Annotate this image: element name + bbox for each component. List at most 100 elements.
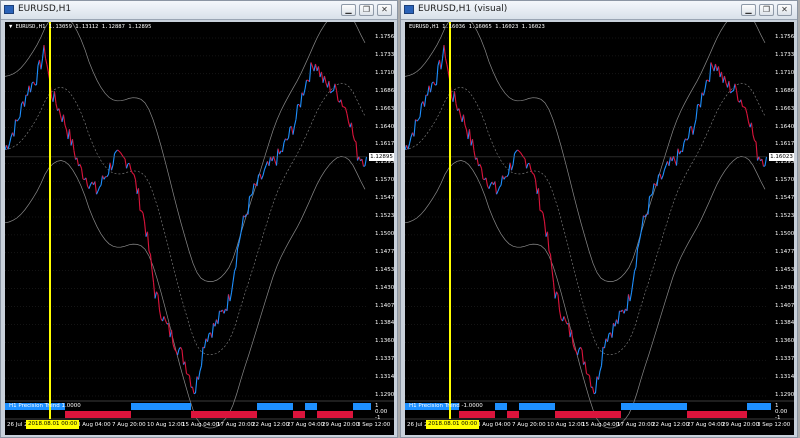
chart-icon <box>404 5 414 14</box>
price-segment <box>681 142 685 153</box>
trend-up-bar <box>765 403 771 410</box>
trend-up-bar <box>627 403 633 410</box>
time-axis-label: 29 Aug 20:00 <box>722 422 760 428</box>
price-segment <box>471 139 475 151</box>
price-segment <box>663 165 667 170</box>
time-axis-label: 3 Sep 12:00 <box>357 422 391 428</box>
trend-down-bar <box>711 411 717 418</box>
trend-down-bar <box>741 411 747 418</box>
window-titlebar[interactable]: EURUSD,H1 (visual) ▁ ❐ ✕ <box>401 1 797 20</box>
price-chart[interactable]: ▼ EURUSD,H1 1.13059 1.13112 1.12887 1.12… <box>5 22 394 435</box>
price-segment <box>343 106 346 109</box>
price-segment <box>564 320 568 325</box>
trend-up-bar <box>651 403 657 410</box>
price-segment <box>281 142 285 153</box>
price-axis-label: 1.15005 <box>375 230 394 237</box>
price-axis-label: 1.16400 <box>775 123 794 130</box>
price-segment <box>262 169 266 176</box>
close-button[interactable]: ✕ <box>777 4 792 16</box>
price-segment <box>99 184 102 188</box>
price-segment <box>214 319 218 327</box>
price-segment <box>158 309 162 319</box>
trend-down-bar <box>83 411 89 418</box>
trend-down-bar <box>693 411 699 418</box>
price-segment <box>26 85 30 96</box>
price-chart[interactable]: EURUSD,H1 1.16036 1.16065 1.16023 1.1602… <box>405 22 794 435</box>
price-segment <box>532 172 535 175</box>
trend-up-bar <box>149 403 155 410</box>
close-button[interactable]: ✕ <box>377 4 392 16</box>
time-axis-label: 3 Sep 12:00 <box>757 422 791 428</box>
trend-down-bar <box>615 411 621 418</box>
trend-down-bar <box>347 411 353 418</box>
upper-band-line <box>405 22 766 282</box>
trend-down-bar <box>203 411 209 418</box>
price-segment <box>446 64 450 74</box>
trend-down-bar <box>95 411 101 418</box>
price-axis-label: 1.17565 <box>775 34 794 40</box>
price-axis-label: 1.15470 <box>775 195 794 202</box>
price-axis-label: 1.14305 <box>775 284 794 291</box>
price-segment <box>35 65 39 85</box>
price-axis-label: 1.16170 <box>775 141 794 148</box>
price-segment <box>40 58 44 70</box>
price-segment <box>444 58 448 66</box>
price-axis-label: 1.15005 <box>775 230 794 237</box>
price-segment <box>354 140 357 143</box>
price-segment <box>523 156 526 160</box>
price-segment <box>500 175 504 186</box>
price-segment <box>146 231 150 252</box>
minimize-button[interactable]: ▁ <box>341 4 356 16</box>
trend-down-bar <box>465 411 471 418</box>
trend-down-bar <box>191 411 197 418</box>
price-segment <box>557 294 561 311</box>
chart-window-left[interactable]: EURUSD,H1 ▁ ❐ ✕ ▼ EURUSD,H1 1.13059 1.13… <box>0 0 398 438</box>
window-titlebar[interactable]: EURUSD,H1 ▁ ❐ ✕ <box>1 1 397 20</box>
trend-down-bar <box>113 411 119 418</box>
trend-up-bar <box>531 403 537 410</box>
trend-down-bar <box>489 411 495 418</box>
price-segment <box>584 361 588 374</box>
trend-down-bar <box>119 411 125 418</box>
trend-down-bar <box>579 411 585 418</box>
price-segment <box>33 81 36 86</box>
price-segment <box>134 179 138 194</box>
price-segment <box>107 162 111 175</box>
price-segment <box>635 248 639 268</box>
price-segment <box>170 329 174 345</box>
indicator-scale-label: -1 <box>375 415 381 421</box>
trend-down-bar <box>585 411 591 418</box>
trend-up-bar <box>161 403 167 410</box>
price-segment <box>563 316 567 321</box>
restore-button[interactable]: ❐ <box>359 4 374 16</box>
price-axis-label: 1.13840 <box>775 320 794 327</box>
trend-down-bar <box>335 411 341 418</box>
price-segment <box>230 281 234 293</box>
price-segment <box>283 138 287 143</box>
price-segment <box>350 122 354 135</box>
lower-band-line <box>405 156 766 429</box>
restore-button[interactable]: ❐ <box>759 4 774 16</box>
price-axis-label: 1.14535 <box>375 266 394 273</box>
price-segment <box>723 75 727 84</box>
price-segment <box>364 156 368 167</box>
trend-down-bar <box>299 411 305 418</box>
trend-down-bar <box>567 411 573 418</box>
chart-window-right[interactable]: EURUSD,H1 (visual) ▁ ❐ ✕ EURUSD,H1 1.160… <box>400 0 798 438</box>
minimize-button[interactable]: ▁ <box>741 4 756 16</box>
price-segment <box>123 156 126 160</box>
price-segment <box>704 80 708 90</box>
price-segment <box>586 373 589 375</box>
price-segment <box>419 103 423 118</box>
time-axis-label: 7 Aug 20:00 <box>112 422 146 428</box>
price-segment <box>423 94 427 107</box>
price-segment <box>143 221 147 237</box>
time-axis-label: 17 Aug 20:00 <box>217 422 255 428</box>
trend-up-bar <box>657 403 663 410</box>
price-segment <box>656 174 660 187</box>
price-segment <box>764 156 768 167</box>
price-axis-label: 1.15235 <box>775 213 794 219</box>
trend-down-bar <box>591 411 597 418</box>
price-segment <box>352 134 356 141</box>
price-axis-label: 1.16865 <box>775 87 794 94</box>
